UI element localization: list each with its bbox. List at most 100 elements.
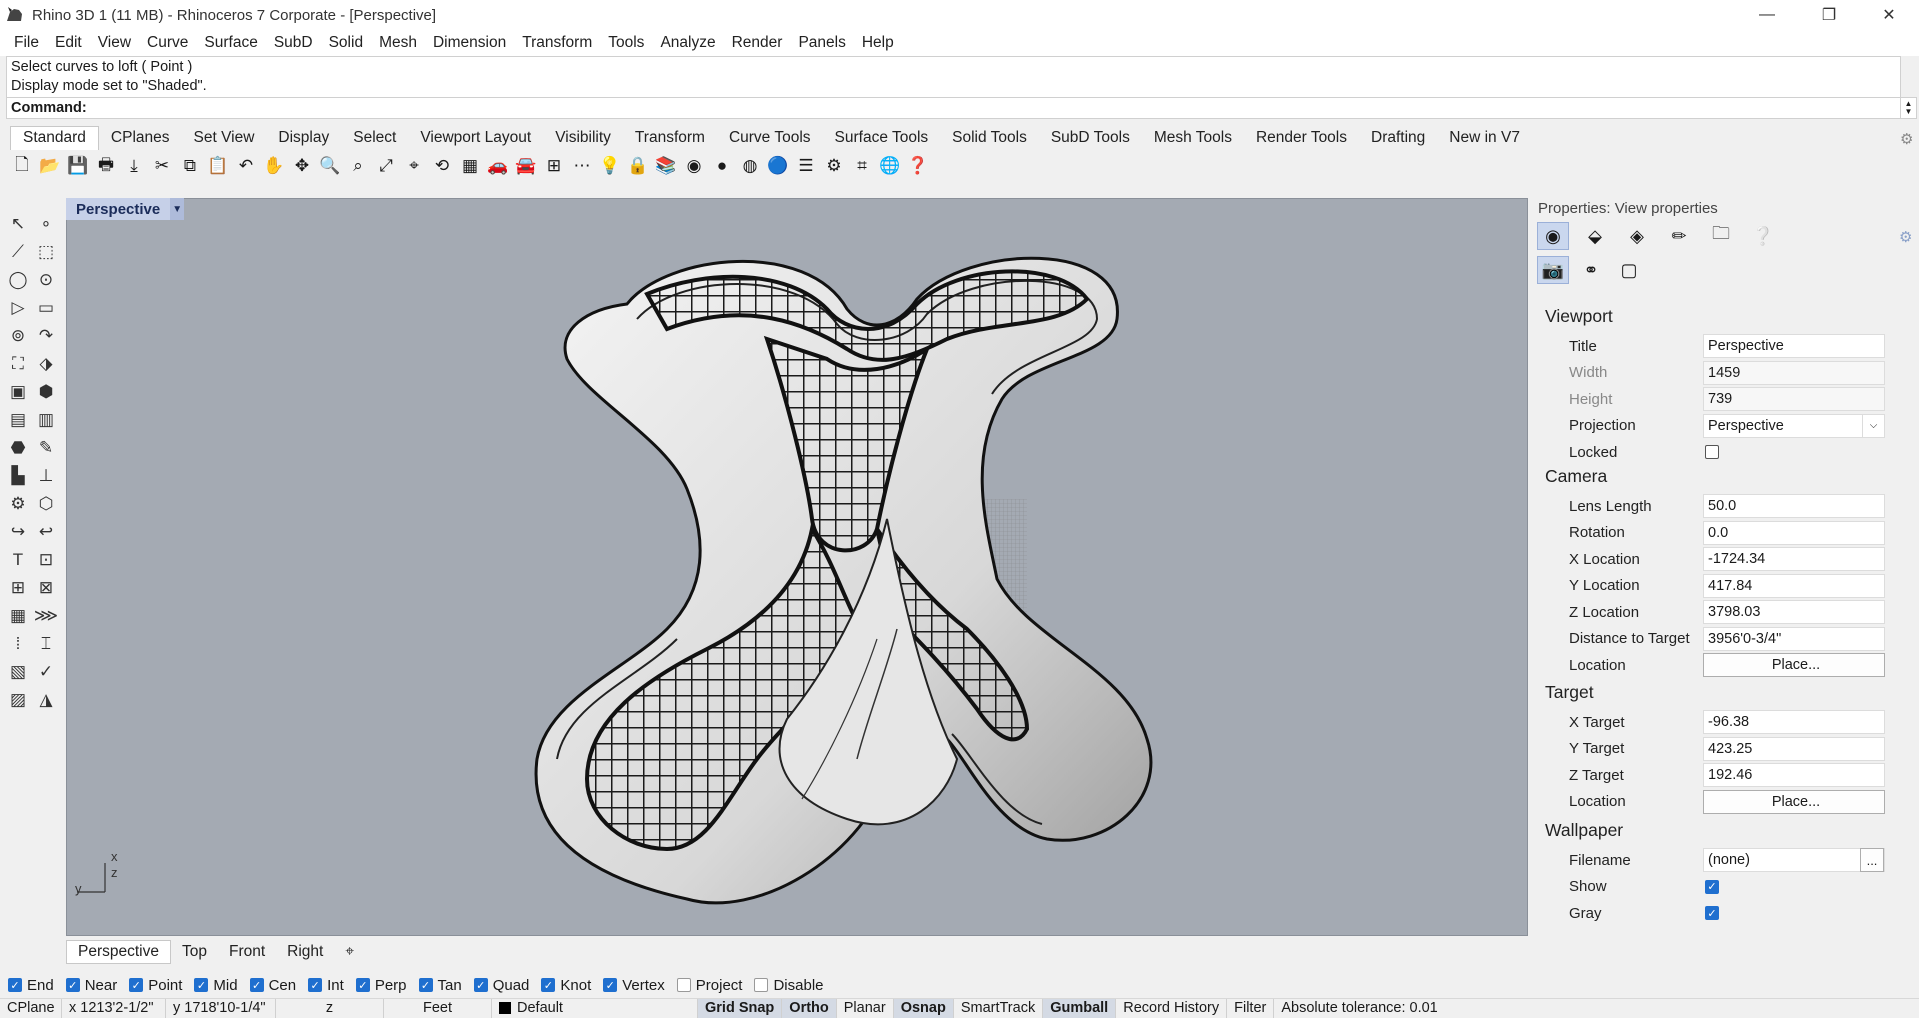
property-value[interactable]: 3798.03 [1703, 600, 1885, 624]
osnap-vertex[interactable]: ✓ Vertex [603, 977, 665, 994]
menu-render[interactable]: Render [724, 34, 791, 52]
left-tool-icon[interactable]: ▷ [4, 294, 32, 322]
left-tool-icon[interactable]: ▙ [4, 462, 32, 490]
left-tool-icon[interactable]: ◯ [4, 266, 32, 294]
left-tool-icon[interactable]: ⟋ [4, 238, 32, 266]
property-value[interactable]: 3956'0-3/4" [1703, 626, 1885, 651]
left-tool-icon[interactable]: ✓ [32, 658, 60, 686]
left-tool-icon[interactable]: ⊡ [32, 546, 60, 574]
menu-view[interactable]: View [90, 34, 139, 52]
viewport-tab-front[interactable]: Front [218, 941, 276, 963]
place-button[interactable]: Place... [1703, 653, 1885, 677]
menu-surface[interactable]: Surface [196, 34, 265, 52]
camera-icon[interactable]: 📷 [1537, 256, 1569, 284]
lock-icon[interactable]: 🔒 [626, 154, 650, 178]
pan-icon[interactable]: ✋ [262, 154, 286, 178]
gear-icon[interactable]: ⚙ [822, 154, 846, 178]
left-tool-icon[interactable]: ⬢ [32, 378, 60, 406]
viewport-label[interactable]: Perspective ▼ [66, 198, 185, 220]
left-tool-icon[interactable]: ⋙ [32, 602, 60, 630]
light-icon[interactable]: 💡 [598, 154, 622, 178]
left-tool-icon[interactable]: ✎ [32, 434, 60, 462]
osnap-perp[interactable]: ✓ Perp [355, 977, 407, 994]
color-wheel-icon[interactable]: ◉ [682, 154, 706, 178]
osnap-checkbox[interactable]: ✓ [603, 978, 618, 992]
property-value[interactable]: -96.38 [1703, 710, 1885, 734]
left-tool-icon[interactable]: ▣ [4, 378, 32, 406]
copy-icon[interactable]: ⧉ [178, 154, 202, 178]
tab-curve-tools[interactable]: Curve Tools [717, 127, 823, 150]
osnap-checkbox[interactable] [754, 978, 769, 992]
menu-help[interactable]: Help [854, 34, 902, 52]
minimize-button[interactable]: — [1738, 0, 1796, 30]
osnap-point[interactable]: ✓ Point [129, 977, 182, 994]
ortho-toggle[interactable]: Ortho [782, 998, 837, 1018]
left-tool-icon[interactable]: ⊠ [32, 574, 60, 602]
osnap-near[interactable]: ✓ Near [65, 977, 117, 994]
property-value[interactable]: 423.25 [1703, 736, 1885, 761]
left-tool-icon[interactable]: ⌶ [32, 630, 60, 658]
viewport-tab-top[interactable]: Top [171, 941, 218, 963]
tab-cplanes[interactable]: CPlanes [99, 127, 182, 150]
osnap-checkbox[interactable]: ✓ [418, 978, 433, 992]
tab-render-tools[interactable]: Render Tools [1244, 127, 1359, 150]
property-value[interactable]: -1724.34 [1703, 547, 1885, 571]
left-tool-icon[interactable]: ↪ [4, 518, 32, 546]
left-tool-icon[interactable]: ▦ [4, 602, 32, 630]
left-tool-icon[interactable]: ▥ [32, 406, 60, 434]
menu-edit[interactable]: Edit [47, 34, 90, 52]
import-icon[interactable]: ⤓ [122, 154, 146, 178]
tab-set-view[interactable]: Set View [182, 127, 267, 150]
blue-sphere-icon[interactable]: 🔵 [766, 154, 790, 178]
osnap-icon[interactable]: ⌗ [850, 154, 874, 178]
tab-new-in-v7[interactable]: New in V7 [1437, 127, 1532, 150]
osnap-disable[interactable]: Disable [754, 977, 824, 994]
property-value[interactable]: 0.0 [1703, 520, 1885, 545]
units-label[interactable]: Feet [384, 998, 492, 1018]
left-tool-icon[interactable]: ▨ [4, 686, 32, 714]
osnap-cen[interactable]: ✓ Cen [249, 977, 296, 994]
tab-solid-tools[interactable]: Solid Tools [940, 127, 1039, 150]
viewport-title[interactable]: Perspective [66, 201, 170, 218]
tab-viewport-layout[interactable]: Viewport Layout [408, 127, 543, 150]
toolbar-settings-icon[interactable]: ⚙ [1900, 130, 1913, 148]
filter-toggle[interactable]: Filter [1227, 998, 1275, 1018]
cut-icon[interactable]: ✂ [150, 154, 174, 178]
osnap-checkbox[interactable]: ✓ [355, 978, 370, 992]
tab-drafting[interactable]: Drafting [1359, 127, 1437, 150]
move-view-icon[interactable]: ✥ [290, 154, 314, 178]
menu-subd[interactable]: SubD [266, 34, 321, 52]
osnap-checkbox[interactable]: ✓ [541, 978, 556, 992]
left-tool-icon[interactable]: ⁞ [4, 630, 32, 658]
menu-solid[interactable]: Solid [321, 34, 371, 52]
tab-surface-tools[interactable]: Surface Tools [823, 127, 941, 150]
named-views-icon[interactable]: ⚭ [1575, 256, 1607, 284]
osnap-checkbox[interactable]: ✓ [308, 978, 323, 992]
osnap-end[interactable]: ✓ End [8, 977, 54, 994]
menu-file[interactable]: File [6, 34, 47, 52]
left-tool-icon[interactable]: ↷ [32, 322, 60, 350]
frame-icon[interactable]: ▢ [1613, 256, 1645, 284]
smarttrack-toggle[interactable]: SmartTrack [954, 998, 1044, 1018]
osnap-project[interactable]: Project [676, 977, 742, 994]
left-tool-icon[interactable]: ⊚ [4, 322, 32, 350]
command-scroll[interactable]: ▲ ▼ [1900, 97, 1917, 119]
menu-transform[interactable]: Transform [514, 34, 600, 52]
paste-icon[interactable]: 📋 [206, 154, 230, 178]
shaded-car-icon[interactable]: 🚘 [514, 154, 538, 178]
property-value[interactable]: Perspective ⌵ [1703, 413, 1885, 438]
osnap-checkbox[interactable]: ✓ [65, 978, 80, 992]
brush-icon[interactable]: ✏ [1663, 222, 1695, 250]
perspective-viewport[interactable]: x z y [66, 198, 1528, 936]
left-tool-icon[interactable]: ⊞ [4, 574, 32, 602]
chevron-down-icon[interactable]: ⌵ [1862, 414, 1884, 437]
command-line[interactable]: Command: [6, 97, 1901, 119]
left-tool-icon[interactable]: ⬡ [32, 490, 60, 518]
gumball-toggle[interactable]: Gumball [1043, 998, 1117, 1018]
osnap-checkbox[interactable] [676, 978, 691, 992]
snap-icon[interactable]: ⋯ [570, 154, 594, 178]
left-tool-icon[interactable]: ▭ [32, 294, 60, 322]
left-tool-icon[interactable]: ⚙ [4, 490, 32, 518]
render-sphere-icon[interactable]: ◍ [738, 154, 762, 178]
osnap-checkbox[interactable]: ✓ [129, 978, 144, 992]
